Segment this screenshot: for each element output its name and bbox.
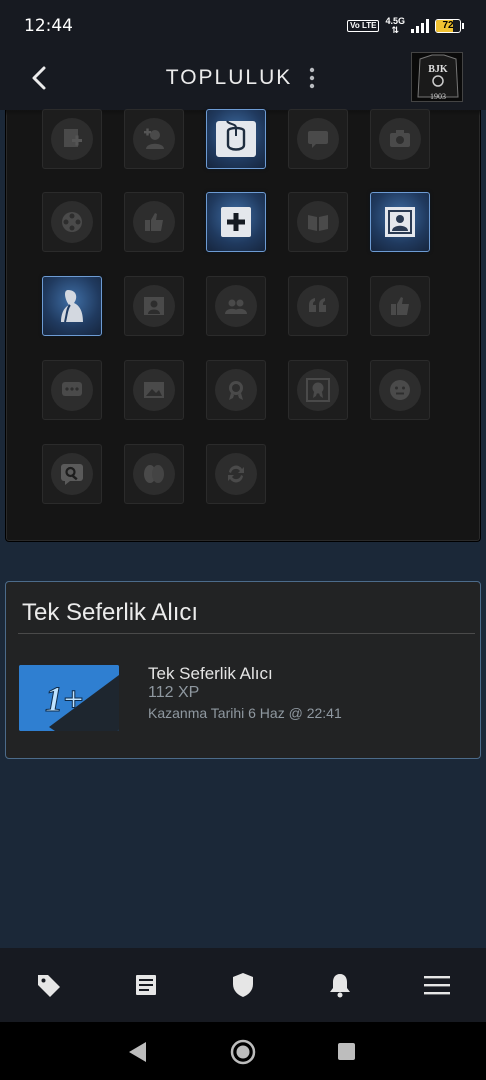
badge-slot[interactable] [206,444,266,504]
nav-notifications-button[interactable] [316,961,364,1009]
achievement-name: Tek Seferlik Alıcı [148,664,273,683]
badge-slot[interactable] [206,276,266,336]
emoticon-icon [390,380,410,400]
status-bar: 12:44 Vo LTE 4.5G ⇅ 72 [0,0,486,52]
shield-icon [232,973,253,997]
achievement-date: Kazanma Tarihi 6 Haz @ 22:41 [148,705,342,721]
status-indicators: Vo LTE 4.5G ⇅ 72 [347,17,464,35]
square-recents-icon [338,1043,355,1060]
badge-slot[interactable] [206,109,266,169]
data-arrows-icon: ⇅ [391,25,400,35]
badge-slot[interactable] [288,360,348,420]
tag-icon [37,975,60,997]
thumbs-up-icon [145,213,163,231]
badge-slot[interactable] [370,360,430,420]
profile-picture-icon [144,297,164,315]
book-icon [308,215,328,231]
badge-slot[interactable] [288,192,348,252]
status-time: 12:44 [24,16,73,36]
profile-picture-icon [385,207,415,237]
thumbs-up-icon [391,297,409,315]
nav-news-button[interactable] [122,961,170,1009]
avatar[interactable]: BJK 1903 [411,52,463,102]
trade-icon [228,465,244,483]
badge-slot[interactable] [42,444,102,504]
avatar-text-bottom: 1903 [430,92,446,101]
vertical-ellipsis-icon [309,67,315,89]
add-document-icon [64,129,82,147]
menu-icon [424,976,451,995]
achievement-icon: 1+ [19,665,119,731]
system-back-button[interactable] [122,1037,152,1067]
bottom-navigation [0,948,486,1022]
badge-slot[interactable] [42,276,102,336]
group-icon [225,299,247,314]
achievement-icon-text: 1+ [45,679,84,719]
mouse-icon [216,120,256,157]
quote-icon [309,298,326,312]
badge-grid [5,109,481,542]
camera-icon [390,130,410,147]
badge-slot[interactable] [370,192,430,252]
badge-slot[interactable] [124,444,184,504]
badge-slot[interactable] [42,360,102,420]
screenshot-icon [144,382,164,398]
search-icon [61,464,83,485]
signal-strength-icon [411,19,429,33]
badge-slot[interactable] [370,276,430,336]
profile-silhouette-icon [61,290,83,323]
badge-slot[interactable] [370,109,430,169]
system-recents-button[interactable] [332,1037,362,1067]
badge-slot[interactable] [206,192,266,252]
add-friend-icon [144,128,164,149]
coins-icon [144,465,164,483]
top-app-bar: TOPLULUK BJK 1903 [0,52,486,110]
chat-bubble-icon [308,131,328,148]
more-options-button[interactable] [305,66,319,90]
news-icon [135,975,156,995]
badge-slot[interactable] [124,276,184,336]
badge-slot[interactable] [206,360,266,420]
volte-indicator: Vo LTE [347,20,380,32]
plus-icon [221,207,251,237]
badge-slot[interactable] [124,360,184,420]
film-reel-icon [62,212,82,232]
avatar-text-top: BJK [428,64,448,75]
achievement-xp: 112 XP [148,684,200,701]
badge-slot[interactable] [42,109,102,169]
badge-slot[interactable] [288,276,348,336]
nav-menu-button[interactable] [413,961,461,1009]
badge-slot[interactable] [288,109,348,169]
home-circle-icon [230,1039,256,1065]
achievement-card[interactable]: Tek Seferlik Alıcı 1+ Tek Seferlik Alıcı… [5,581,481,759]
badge-slot[interactable] [42,192,102,252]
award-icon [229,381,243,400]
battery-level: 72 [442,20,454,31]
triangle-back-icon [129,1042,146,1062]
framed-award-icon [306,378,330,402]
system-navigation-bar [0,1022,486,1080]
chat-dots-icon [62,382,82,396]
bell-icon [330,974,351,998]
badge-slot[interactable] [124,109,184,169]
network-type: 4.5G ⇅ [385,17,405,35]
system-home-button[interactable] [228,1037,258,1067]
nav-store-button[interactable] [25,961,73,1009]
achievement-section-title: Tek Seferlik Alıcı [22,599,199,626]
battery-icon: 72 [435,19,464,33]
divider [18,633,475,634]
badge-slot[interactable] [124,192,184,252]
nav-security-button[interactable] [219,961,267,1009]
